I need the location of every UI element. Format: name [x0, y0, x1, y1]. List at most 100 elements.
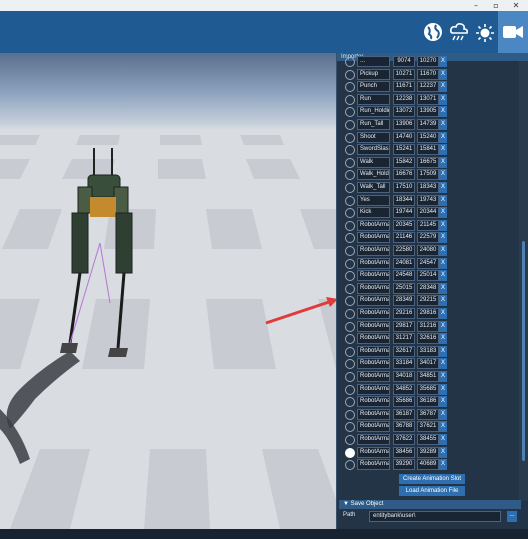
- remove-animation-button[interactable]: X: [439, 282, 447, 294]
- remove-animation-button[interactable]: X: [439, 106, 447, 118]
- minimize-button[interactable]: –: [468, 0, 484, 11]
- remove-animation-button[interactable]: X: [439, 295, 447, 307]
- animation-name-field[interactable]: RobotArma: [357, 232, 390, 244]
- robot-model[interactable]: [50, 143, 140, 363]
- remove-animation-button[interactable]: X: [439, 320, 447, 332]
- animation-select-radio[interactable]: [345, 258, 355, 269]
- animation-row[interactable]: RobotArma 36788 37621 X: [337, 420, 519, 433]
- animation-select-radio[interactable]: [345, 132, 355, 143]
- animation-start-field[interactable]: 13906: [393, 119, 415, 130]
- animation-name-field[interactable]: RobotArma: [357, 282, 390, 294]
- animation-name-field[interactable]: Walk: [357, 156, 390, 168]
- animation-end-field[interactable]: 15841: [417, 144, 439, 156]
- animation-start-field[interactable]: 16676: [393, 169, 415, 181]
- animation-end-field[interactable]: 24080: [417, 245, 439, 256]
- animation-name-field[interactable]: RobotArma: [357, 383, 390, 395]
- animation-end-field[interactable]: 34017: [417, 358, 439, 370]
- animation-select-radio[interactable]: [345, 195, 355, 206]
- animation-name-field[interactable]: RobotArma: [357, 219, 390, 231]
- remove-animation-button[interactable]: X: [439, 182, 447, 193]
- remove-animation-button[interactable]: X: [439, 207, 447, 219]
- animation-end-field[interactable]: 35685: [417, 383, 439, 395]
- animation-row[interactable]: RobotArma 22580 24080 X: [337, 244, 519, 257]
- 3d-viewport[interactable]: [0, 53, 336, 529]
- animation-start-field[interactable]: 36788: [393, 421, 415, 433]
- animation-name-field[interactable]: RobotArma: [357, 396, 390, 408]
- animation-start-field[interactable]: 18344: [393, 194, 415, 206]
- animation-select-radio[interactable]: [345, 57, 355, 67]
- animation-name-field[interactable]: RobotArma: [357, 257, 390, 269]
- remove-animation-button[interactable]: X: [439, 358, 447, 370]
- panel-scrollbar[interactable]: [519, 61, 528, 501]
- remove-animation-button[interactable]: X: [439, 308, 447, 319]
- remove-animation-button[interactable]: X: [439, 81, 447, 93]
- globe-icon[interactable]: [422, 21, 444, 43]
- animation-start-field[interactable]: 17510: [393, 182, 415, 193]
- remove-animation-button[interactable]: X: [439, 396, 447, 408]
- animation-end-field[interactable]: 13071: [417, 93, 439, 105]
- animation-end-field[interactable]: 14739: [417, 119, 439, 130]
- remove-animation-button[interactable]: X: [439, 219, 447, 231]
- animation-start-field[interactable]: 19744: [393, 207, 415, 219]
- animation-end-field[interactable]: 34851: [417, 371, 439, 382]
- animation-end-field[interactable]: 24547: [417, 257, 439, 269]
- animation-end-field[interactable]: 29816: [417, 308, 439, 319]
- animation-select-radio[interactable]: [345, 409, 355, 420]
- animation-start-field[interactable]: 21146: [393, 232, 415, 244]
- animation-name-field[interactable]: RobotArma: [357, 371, 390, 382]
- animation-end-field[interactable]: 38455: [417, 434, 439, 445]
- animation-start-field[interactable]: 29216: [393, 308, 415, 319]
- animation-row[interactable]: RobotArma 36187 36787 X: [337, 408, 519, 421]
- remove-animation-button[interactable]: X: [439, 371, 447, 382]
- animation-end-field[interactable]: 28348: [417, 282, 439, 294]
- animation-name-field[interactable]: SwordSlash: [357, 144, 390, 156]
- remove-animation-button[interactable]: X: [439, 446, 447, 458]
- remove-animation-button[interactable]: X: [439, 232, 447, 244]
- weather-icon[interactable]: [448, 21, 470, 43]
- animation-end-field[interactable]: 20344: [417, 207, 439, 219]
- animation-name-field[interactable]: RobotArma: [357, 358, 390, 370]
- animation-row[interactable]: RobotArma 24548 25014 X: [337, 269, 519, 282]
- animation-end-field[interactable]: 25014: [417, 270, 439, 282]
- animation-start-field[interactable]: 36187: [393, 408, 415, 420]
- animation-select-radio[interactable]: [345, 346, 355, 357]
- animation-name-field[interactable]: RobotArma: [357, 245, 390, 256]
- animation-end-field[interactable]: 15240: [417, 131, 439, 143]
- animation-row[interactable]: Yes 18344 19743 X: [337, 194, 519, 207]
- remove-animation-button[interactable]: X: [439, 333, 447, 345]
- animation-end-field[interactable]: 36186: [417, 396, 439, 408]
- animation-row[interactable]: RobotArma 20345 21145 X: [337, 219, 519, 232]
- animation-name-field[interactable]: RobotArma: [357, 434, 390, 445]
- animation-start-field[interactable]: 38456: [393, 446, 415, 458]
- animation-name-field[interactable]: RobotArma: [357, 345, 390, 357]
- animation-start-field[interactable]: 34852: [393, 383, 415, 395]
- animation-name-field[interactable]: RobotArma: [357, 408, 390, 420]
- animation-row[interactable]: RobotArma 32617 33183 X: [337, 345, 519, 358]
- animation-start-field[interactable]: 9074: [393, 56, 415, 67]
- animation-start-field[interactable]: 34018: [393, 371, 415, 382]
- remove-animation-button[interactable]: X: [439, 131, 447, 143]
- animation-name-field[interactable]: Run_Tall: [357, 119, 390, 130]
- animation-name-field[interactable]: Kick: [357, 207, 390, 219]
- animation-select-radio[interactable]: [345, 170, 355, 181]
- camera-button[interactable]: [498, 11, 528, 53]
- animation-row[interactable]: Kick 19744 20344 X: [337, 206, 519, 219]
- animation-start-field[interactable]: 22580: [393, 245, 415, 256]
- remove-animation-button[interactable]: X: [439, 434, 447, 445]
- animation-select-radio[interactable]: [345, 271, 355, 282]
- animation-row[interactable]: ... 9074 10270 X: [337, 55, 519, 68]
- animation-select-radio[interactable]: [345, 107, 355, 118]
- remove-animation-button[interactable]: X: [439, 345, 447, 357]
- sun-icon[interactable]: [474, 21, 496, 43]
- animation-row[interactable]: Run 12238 13071 X: [337, 93, 519, 106]
- remove-animation-button[interactable]: X: [439, 257, 447, 269]
- animation-row[interactable]: SwordSlash 15241 15841 X: [337, 143, 519, 156]
- animation-select-radio[interactable]: [345, 321, 355, 332]
- animation-row[interactable]: RobotArma 31217 32616 X: [337, 332, 519, 345]
- animation-name-field[interactable]: Run_Holdin: [357, 106, 390, 118]
- remove-animation-button[interactable]: X: [439, 93, 447, 105]
- remove-animation-button[interactable]: X: [439, 194, 447, 206]
- animation-start-field[interactable]: 29817: [393, 320, 415, 332]
- animation-name-field[interactable]: RobotArma: [357, 270, 390, 282]
- animation-select-radio[interactable]: [345, 460, 355, 471]
